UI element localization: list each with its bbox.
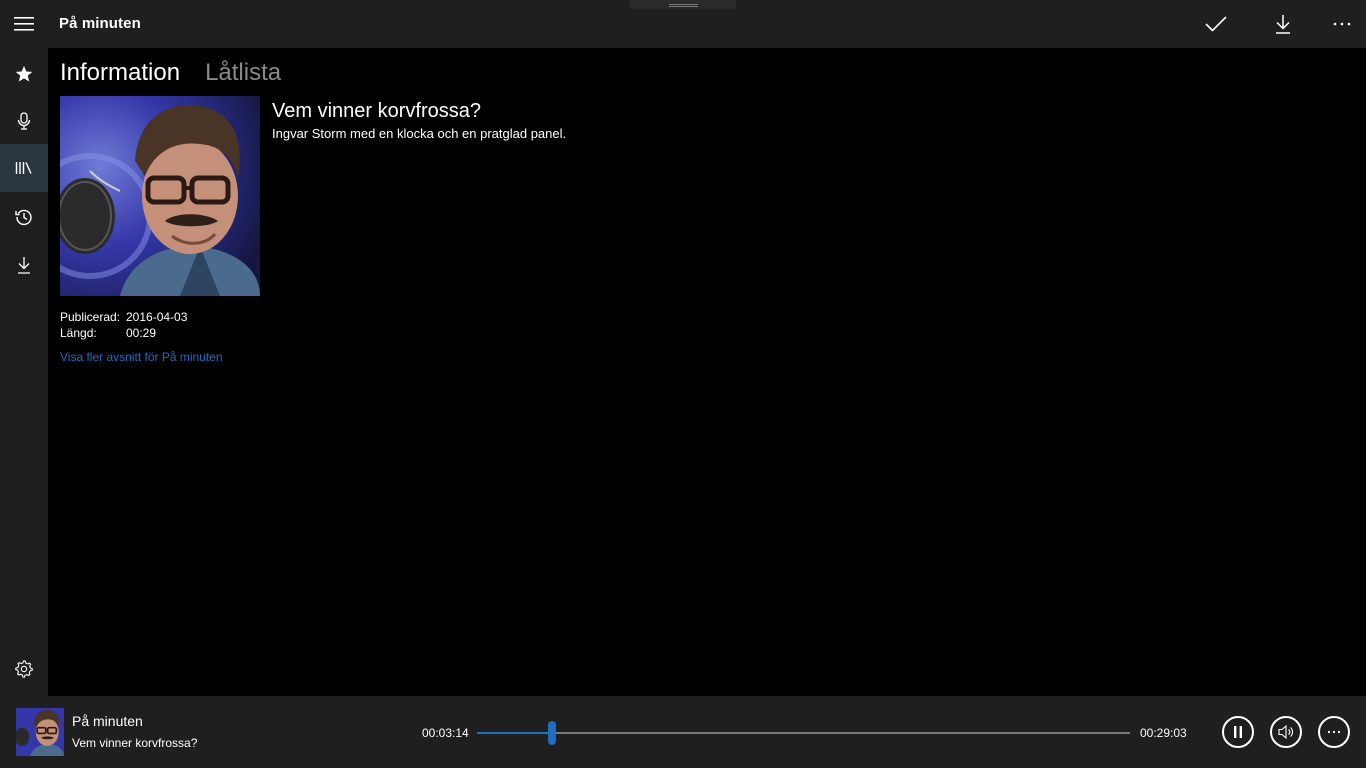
seek-progress bbox=[477, 732, 553, 734]
published-label: Publicerad: bbox=[60, 310, 121, 324]
gear-icon bbox=[15, 660, 33, 678]
hamburger-icon bbox=[14, 17, 34, 31]
library-icon bbox=[15, 162, 32, 174]
tab-strip: Information Låtlista bbox=[60, 59, 281, 87]
current-time: 00:03:14 bbox=[422, 726, 469, 740]
tab-playlist[interactable]: Låtlista bbox=[205, 59, 281, 87]
title-bar: På minuten bbox=[0, 0, 1366, 48]
tab-information[interactable]: Information bbox=[60, 59, 180, 87]
download-button[interactable] bbox=[1259, 0, 1307, 48]
player-more-button[interactable] bbox=[1318, 716, 1350, 748]
episode-cover-image bbox=[60, 96, 260, 296]
episode-meta: Publicerad: 2016-04-03 Längd: 00:29 bbox=[60, 309, 187, 341]
nav-downloads[interactable] bbox=[0, 241, 48, 289]
hamburger-menu-button[interactable] bbox=[0, 0, 48, 48]
pause-button[interactable] bbox=[1222, 716, 1254, 748]
nav-settings[interactable] bbox=[0, 645, 48, 693]
seek-thumb[interactable] bbox=[548, 721, 557, 745]
more-icon bbox=[1327, 730, 1341, 734]
app-title: På minuten bbox=[59, 15, 141, 32]
nav-favorites[interactable] bbox=[0, 50, 48, 98]
seek-bar[interactable] bbox=[477, 721, 1130, 745]
left-navigation bbox=[0, 48, 48, 696]
published-value: 2016-04-03 bbox=[126, 310, 188, 324]
more-episodes-link[interactable]: Visa fler avsnitt för På minuten bbox=[60, 350, 223, 364]
more-options-button[interactable] bbox=[1318, 0, 1366, 48]
total-time: 00:29:03 bbox=[1140, 726, 1187, 740]
now-playing-program: På minuten bbox=[72, 713, 143, 729]
published-row: Publicerad: 2016-04-03 bbox=[60, 309, 187, 325]
episode-title: Vem vinner korvfrossa? bbox=[272, 100, 481, 122]
history-icon bbox=[15, 209, 32, 226]
drag-handle[interactable] bbox=[630, 0, 736, 9]
checkmark-icon bbox=[1205, 16, 1227, 32]
mark-played-button[interactable] bbox=[1192, 0, 1240, 48]
download-icon bbox=[1276, 15, 1290, 34]
pause-icon bbox=[1234, 726, 1242, 738]
nav-library[interactable] bbox=[0, 144, 48, 192]
length-value: 00:29 bbox=[126, 326, 157, 340]
main-content: Information Låtlista Vem vinner korvfros… bbox=[48, 48, 1366, 696]
download-icon bbox=[18, 257, 30, 274]
microphone-icon bbox=[17, 112, 31, 130]
length-label: Längd: bbox=[60, 326, 97, 340]
now-playing-bar: På minuten Vem vinner korvfrossa? 00:03:… bbox=[0, 696, 1366, 768]
episode-description: Ingvar Storm med en klocka och en pratgl… bbox=[272, 126, 567, 141]
volume-button[interactable] bbox=[1270, 716, 1302, 748]
length-row: Längd: 00:29 bbox=[60, 325, 187, 341]
more-icon bbox=[1333, 22, 1351, 26]
star-icon bbox=[15, 65, 33, 82]
now-playing-episode: Vem vinner korvfrossa? bbox=[72, 736, 198, 750]
now-playing-cover[interactable] bbox=[16, 708, 64, 756]
nav-history[interactable] bbox=[0, 193, 48, 241]
volume-icon bbox=[1278, 725, 1293, 739]
nav-live[interactable] bbox=[0, 97, 48, 145]
